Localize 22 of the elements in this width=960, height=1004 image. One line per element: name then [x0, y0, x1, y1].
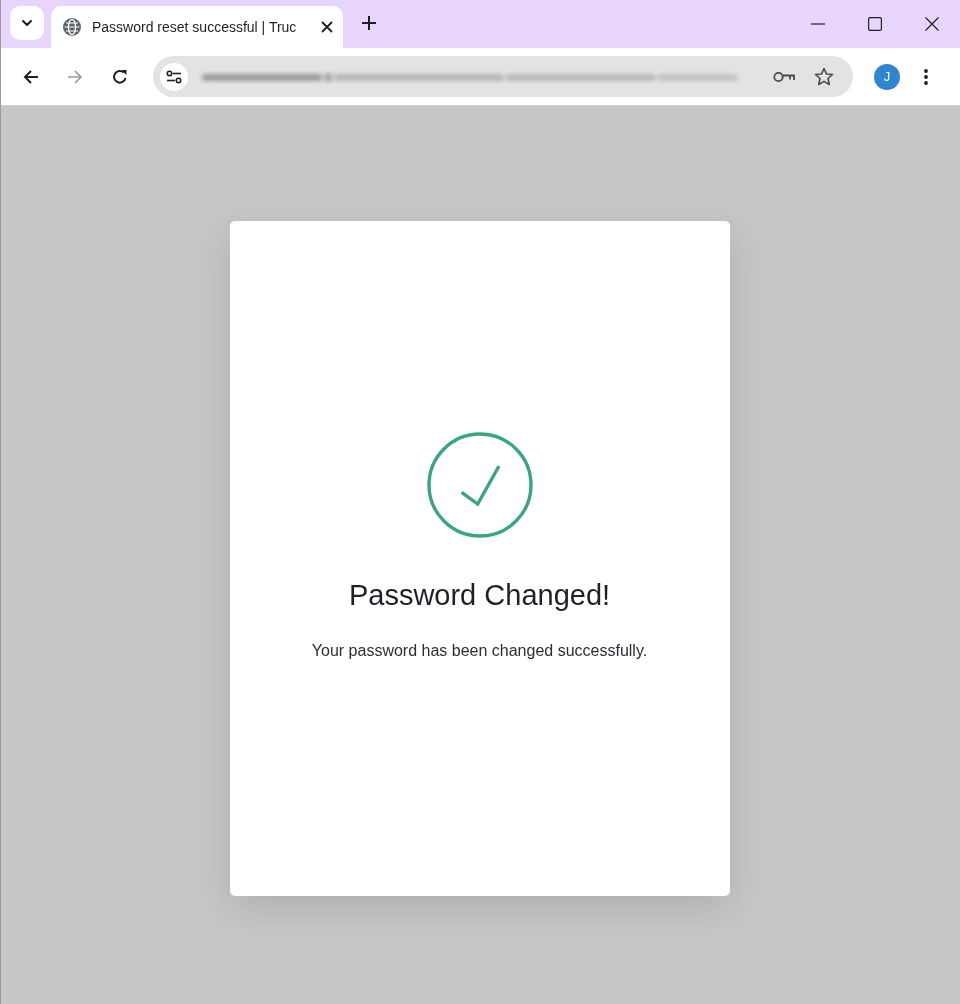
success-title: Password Changed!	[348, 578, 611, 613]
key-icon	[773, 70, 795, 83]
close-icon	[321, 21, 333, 33]
globe-icon	[63, 18, 81, 36]
tab-search-button[interactable]	[10, 6, 44, 40]
close-icon	[924, 17, 939, 31]
back-arrow-icon	[23, 68, 39, 85]
reload-icon	[112, 68, 128, 85]
chevron-down-icon	[21, 19, 33, 27]
close-tab-button[interactable]	[319, 19, 335, 35]
tab-title: Password reset successful | Truc	[92, 17, 298, 37]
browser-tab[interactable]: Password reset successful | Truc	[51, 6, 343, 48]
maximize-icon	[867, 17, 882, 31]
minimize-icon	[810, 23, 825, 25]
check-circle-icon	[426, 432, 533, 538]
success-message: Your password has been changed successfully.	[311, 641, 648, 661]
more-vertical-icon	[924, 68, 928, 85]
profile-avatar[interactable]: J	[874, 63, 900, 90]
star-icon	[814, 67, 834, 86]
forward-arrow-icon	[67, 68, 83, 85]
plus-icon	[362, 16, 376, 30]
site-settings-icon[interactable]	[160, 62, 188, 91]
